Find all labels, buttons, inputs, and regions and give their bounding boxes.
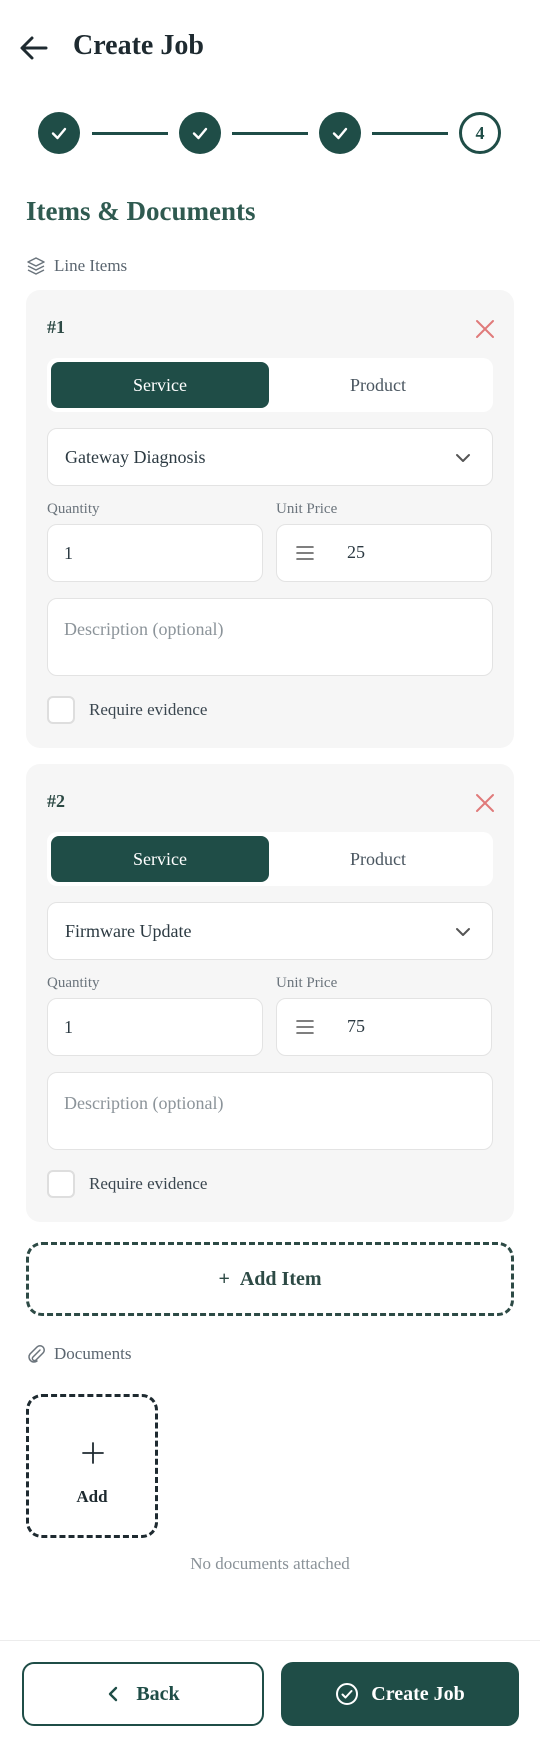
section-title: Items & Documents bbox=[26, 196, 256, 226]
require-evidence-label: Require evidence bbox=[89, 700, 208, 719]
back-arrow-icon[interactable] bbox=[18, 32, 50, 64]
chevron-down-icon bbox=[456, 928, 470, 936]
check-icon bbox=[192, 127, 208, 140]
unit-price-label: Unit Price bbox=[276, 975, 338, 991]
description-input[interactable]: Description (optional) bbox=[47, 1072, 493, 1150]
add-item-button[interactable]: + Add Item bbox=[26, 1242, 514, 1316]
unit-price-value: 75 bbox=[347, 1016, 365, 1036]
step-2-complete bbox=[179, 112, 221, 154]
description-input[interactable]: Description (optional) bbox=[47, 598, 493, 676]
remove-item-icon[interactable] bbox=[474, 318, 496, 340]
back-label: Back bbox=[136, 1682, 180, 1705]
require-evidence-checkbox[interactable] bbox=[47, 696, 75, 724]
documents-label: Documents bbox=[54, 1344, 132, 1363]
step-connector bbox=[92, 132, 168, 135]
line-items-label: Line Items bbox=[54, 256, 128, 275]
item-select-value: Gateway Diagnosis bbox=[65, 446, 206, 467]
item-number: #1 bbox=[47, 317, 65, 337]
plus-icon: + bbox=[218, 1267, 230, 1290]
step-connector bbox=[372, 132, 448, 135]
currency-icon bbox=[296, 546, 314, 560]
quantity-label: Quantity bbox=[47, 975, 100, 991]
item-select[interactable]: Firmware Update bbox=[47, 902, 493, 960]
unit-price-input[interactable]: 75 bbox=[276, 998, 492, 1056]
line-item-card: #1 Service Product Gateway Diagnosis Qua… bbox=[26, 290, 514, 748]
quantity-input[interactable]: 1 bbox=[47, 998, 263, 1056]
product-tab[interactable]: Product bbox=[269, 836, 487, 882]
footer-divider bbox=[0, 1640, 540, 1641]
empty-documents-text: No documents attached bbox=[190, 1554, 350, 1573]
line-items-heading: Line Items bbox=[26, 256, 127, 276]
product-tab[interactable]: Product bbox=[269, 362, 487, 408]
currency-icon bbox=[296, 1020, 314, 1034]
remove-item-icon[interactable] bbox=[474, 792, 496, 814]
item-number: #2 bbox=[47, 791, 65, 811]
line-item-card: #2 Service Product Firmware Update Quant… bbox=[26, 764, 514, 1222]
quantity-label: Quantity bbox=[47, 501, 100, 517]
item-select[interactable]: Gateway Diagnosis bbox=[47, 428, 493, 486]
layers-icon bbox=[27, 257, 45, 275]
check-icon bbox=[332, 127, 348, 140]
step-3-complete bbox=[319, 112, 361, 154]
plus-icon bbox=[82, 1442, 104, 1464]
paperclip-icon bbox=[28, 1345, 45, 1363]
add-document-button[interactable]: Add bbox=[26, 1394, 158, 1538]
header: Create Job bbox=[0, 0, 540, 100]
service-tab[interactable]: Service bbox=[51, 836, 269, 882]
require-evidence-toggle[interactable]: Require evidence bbox=[47, 1170, 207, 1198]
item-type-toggle: Service Product bbox=[47, 832, 493, 886]
require-evidence-toggle[interactable]: Require evidence bbox=[47, 696, 207, 724]
require-evidence-label: Require evidence bbox=[89, 1174, 208, 1193]
progress-stepper: 4 bbox=[38, 112, 502, 156]
documents-heading: Documents bbox=[26, 1344, 131, 1364]
chevron-down-icon bbox=[456, 454, 470, 462]
check-circle-icon bbox=[336, 1683, 359, 1705]
step-1-complete bbox=[38, 112, 80, 154]
add-document-label: Add bbox=[76, 1487, 108, 1506]
check-icon bbox=[51, 127, 67, 140]
page-title: Create Job bbox=[73, 30, 204, 61]
unit-price-input[interactable]: 25 bbox=[276, 524, 492, 582]
create-job-label: Create Job bbox=[371, 1682, 465, 1705]
item-type-toggle: Service Product bbox=[47, 358, 493, 412]
step-4-current: 4 bbox=[459, 112, 501, 154]
require-evidence-checkbox[interactable] bbox=[47, 1170, 75, 1198]
create-job-button[interactable]: Create Job bbox=[281, 1662, 519, 1726]
step-connector bbox=[232, 132, 308, 135]
add-item-label: Add Item bbox=[239, 1267, 322, 1290]
item-select-value: Firmware Update bbox=[65, 920, 192, 941]
service-tab[interactable]: Service bbox=[51, 362, 269, 408]
chevron-left-icon bbox=[109, 1686, 118, 1702]
unit-price-value: 25 bbox=[347, 542, 365, 562]
unit-price-label: Unit Price bbox=[276, 501, 338, 517]
back-button[interactable]: Back bbox=[22, 1662, 264, 1726]
quantity-input[interactable]: 1 bbox=[47, 524, 263, 582]
